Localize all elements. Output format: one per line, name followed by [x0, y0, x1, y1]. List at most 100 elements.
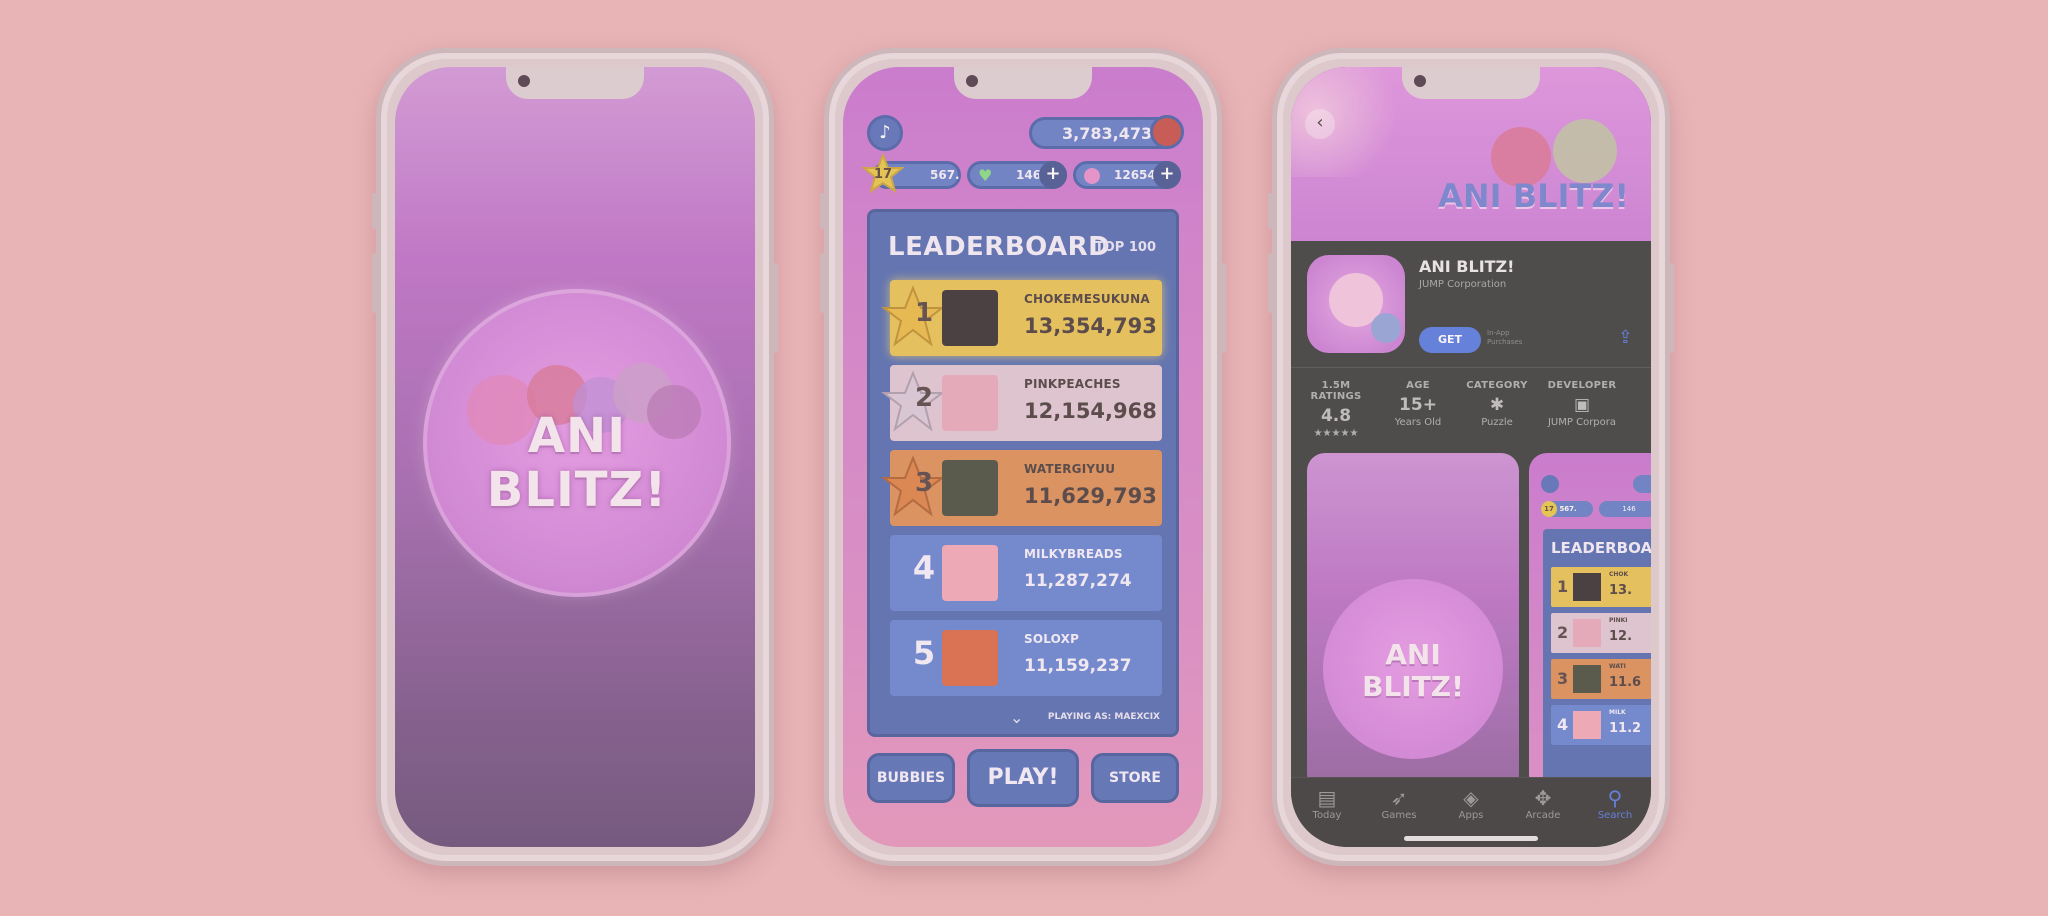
leaderboard-row[interactable]: 1 CHOKEMESUKUNA 13,354,793 — [881, 280, 1162, 356]
splash-logo-bubble[interactable]: ANI BLITZ! — [423, 289, 731, 597]
tab-label: Games — [1381, 810, 1417, 821]
player-score: 13. — [1609, 583, 1633, 598]
tab-apps[interactable]: ◈ Apps — [1441, 786, 1501, 821]
player-avatar — [942, 545, 998, 601]
playing-as-label: PLAYING AS: MAEXCIX — [1047, 712, 1160, 722]
rank-number: 5 — [912, 634, 936, 672]
player-score: 11.6 — [1609, 675, 1642, 690]
in-app-purchases-note: In-App Purchases — [1487, 329, 1523, 346]
player-name: WATI — [1609, 663, 1626, 670]
camera-icon — [518, 75, 530, 87]
app-name: ANI BLITZ! — [1419, 257, 1515, 276]
app-developer[interactable]: JUMP Corporation — [1419, 279, 1506, 290]
developer-icon: ▣ — [1573, 395, 1591, 415]
gems-pill: ♥ 146 + — [967, 161, 1067, 189]
back-chevron-icon[interactable]: ‹ — [1305, 109, 1335, 139]
puzzle-icon: ✱ — [1489, 395, 1505, 415]
stat-label: DEVELOPER — [1547, 380, 1617, 391]
play-button[interactable]: PLAY! — [967, 749, 1079, 807]
leaderboard-row[interactable]: 3 WATERGIYUU 11,629,793 — [881, 450, 1162, 526]
share-icon[interactable]: ⇪ — [1618, 327, 1633, 348]
add-gems-button[interactable]: + — [1039, 161, 1067, 189]
splash-title: ANI BLITZ! — [423, 409, 731, 517]
leaderboard-title: LEADERBOARD — [888, 232, 1111, 262]
tab-today[interactable]: ▤ Today — [1297, 786, 1357, 821]
player-name: MILKYBREADS — [1024, 547, 1123, 561]
player-score: 13,354,793 — [1024, 314, 1157, 338]
rank-number: 3 — [1557, 669, 1569, 688]
screenshot-preview-leaderboard[interactable]: 17 567. 146 LEADERBOARD 1 CHOK 13. 2 PIN… — [1529, 453, 1651, 793]
gems-pill: 146 — [1599, 501, 1651, 517]
phone-game: ♪ 3,783,473 567. 17 ♥ 146 + 126548 + LEA… — [820, 48, 1226, 866]
player-avatar — [1573, 573, 1601, 601]
get-button[interactable]: GET — [1419, 327, 1481, 353]
gems-value: 146 — [1622, 505, 1636, 513]
chevron-down-icon[interactable]: ⌄ — [1010, 708, 1023, 727]
leaderboard-row[interactable]: 5 SOLOXP 11,159,237 — [890, 620, 1162, 696]
player-score: 11,629,793 — [1024, 484, 1157, 508]
title-line-1: ANI — [527, 408, 627, 464]
player-score: 11,159,237 — [1024, 656, 1132, 676]
leaderboard-panel: LEADERBOARD TOP 100 1 CHOKEMESUKUNA 13,3… — [867, 209, 1179, 737]
tab-games[interactable]: ➶ Games — [1369, 786, 1429, 821]
xp-percent: 567. — [1559, 505, 1577, 513]
rank-number: 3 — [914, 468, 934, 498]
music-toggle-button — [1541, 475, 1559, 493]
stat-label: CATEGORY — [1466, 380, 1528, 391]
leaderboard-row[interactable]: 4 MILKYBREADS 11,287,274 — [890, 535, 1162, 611]
side-button — [372, 253, 377, 313]
app-store-screen: ‹ ANI BLITZ! ANI BLITZ! JUMP Corporation… — [1291, 67, 1651, 847]
rank-number: 1 — [914, 298, 934, 328]
leaderboard-filter[interactable]: TOP 100 — [1095, 240, 1156, 255]
phone-splash: ANI BLITZ! — [372, 48, 778, 866]
coins-pill — [1633, 475, 1651, 493]
notch — [506, 67, 644, 99]
tab-search[interactable]: ⚲ Search — [1585, 786, 1645, 821]
player-avatar[interactable] — [1150, 115, 1184, 149]
stat-sub: Years Old — [1394, 417, 1442, 428]
rocket-icon: ➶ — [1390, 786, 1408, 810]
player-avatar — [1573, 619, 1601, 647]
character-bubble — [1371, 313, 1401, 343]
bubbies-button[interactable]: BUBBIES — [867, 753, 955, 803]
camera-icon — [966, 75, 978, 87]
store-button[interactable]: STORE — [1091, 753, 1179, 803]
leaderboard-panel: LEADERBOARD 1 CHOK 13. 2 PINKI 12. 3 WAT… — [1543, 529, 1651, 793]
music-note-icon: ♪ — [879, 122, 891, 143]
coins-pill[interactable]: 3,783,473 — [1029, 115, 1184, 149]
player-avatar — [1573, 711, 1601, 739]
game-screen: ♪ 3,783,473 567. 17 ♥ 146 + 126548 + LEA… — [843, 67, 1203, 847]
player-avatar — [1573, 665, 1601, 693]
stat-ratings: 1.5M RATINGS 4.8 ★★★★★ — [1301, 380, 1371, 439]
player-avatar — [942, 630, 998, 686]
player-name: WATERGIYUU — [1024, 462, 1116, 476]
coins-value: 3,783,473 — [1062, 124, 1153, 143]
rank-number: 2 — [914, 383, 934, 413]
stat-age: AGE 15+ Years Old — [1383, 380, 1453, 428]
title-line-1: ANI — [1385, 638, 1441, 671]
side-button — [773, 263, 778, 353]
side-button — [1669, 263, 1674, 353]
rank-number: 4 — [912, 549, 936, 587]
tab-arcade[interactable]: ✥ Arcade — [1513, 786, 1573, 821]
music-toggle-button[interactable]: ♪ — [867, 115, 903, 151]
camera-icon — [1414, 75, 1426, 87]
screenshot-preview-splash[interactable]: ANI BLITZ! — [1307, 453, 1519, 793]
player-score: 11.2 — [1609, 721, 1642, 736]
leaderboard-row: 4 MILK 11.2 — [1551, 705, 1651, 745]
leaderboard-title: LEADERBOARD — [1551, 539, 1651, 557]
tab-label: Search — [1597, 810, 1633, 821]
player-score: 12,154,968 — [1024, 399, 1157, 423]
character-bubble — [1553, 119, 1617, 183]
tab-label: Apps — [1458, 810, 1484, 821]
side-button — [820, 253, 825, 313]
splash-screen: ANI BLITZ! — [395, 67, 755, 847]
title-line-2: BLITZ! — [486, 462, 668, 518]
add-bubbles-button[interactable]: + — [1153, 161, 1181, 189]
home-indicator — [1404, 836, 1538, 841]
tab-label: Arcade — [1525, 810, 1561, 821]
player-score: 11,287,274 — [1024, 571, 1132, 591]
leaderboard-row: 3 WATI 11.6 — [1551, 659, 1651, 699]
leaderboard-row[interactable]: 2 PINKPEACHES 12,154,968 — [881, 365, 1162, 441]
side-button — [820, 193, 825, 229]
